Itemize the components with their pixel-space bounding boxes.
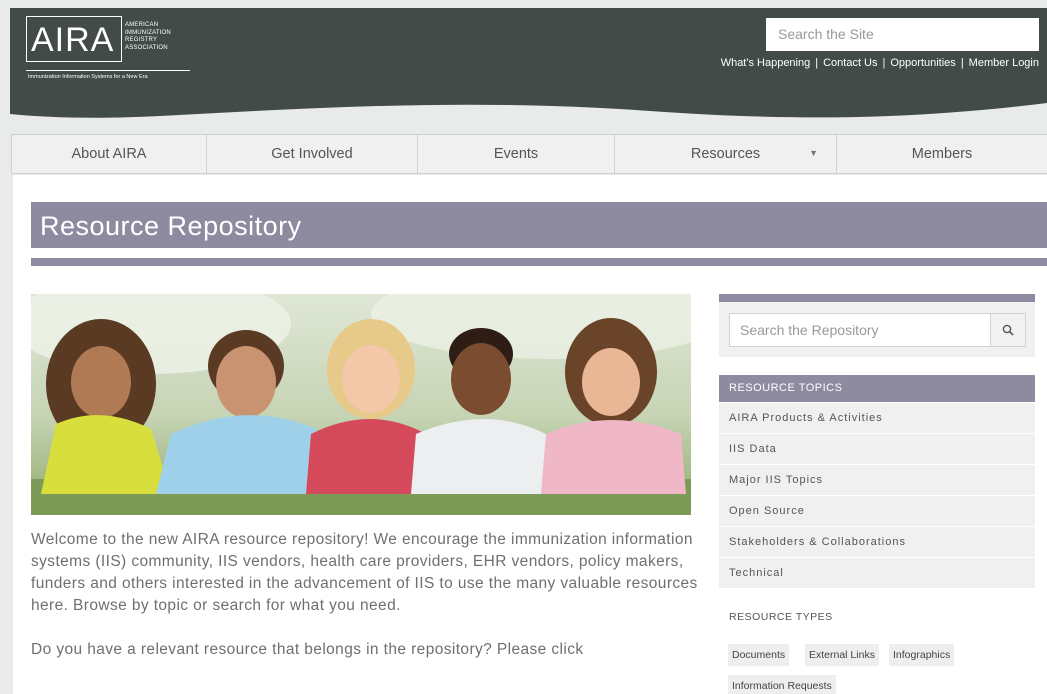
nav-label: Get Involved (271, 146, 353, 162)
link-separator: | (815, 57, 819, 69)
link-separator: | (882, 57, 886, 69)
search-icon (1002, 324, 1014, 336)
intro-paragraph: Welcome to the new AIRA resource reposit… (31, 531, 698, 614)
link-opportunities[interactable]: Opportunities (890, 57, 955, 69)
nav-item-events[interactable]: Events (418, 135, 615, 173)
page-title: Resource Repository (40, 211, 302, 241)
type-tag-information-requests[interactable]: Information Requests (728, 675, 836, 694)
utility-links: What's Happening | Contact Us | Opportunitie… (721, 57, 1039, 69)
link-separator: | (960, 57, 964, 69)
type-tag-documents[interactable]: Documents (728, 644, 790, 666)
nav-label: Resources (690, 146, 761, 162)
chevron-down-icon: ▼ (809, 148, 818, 158)
nav-label: Members (911, 146, 973, 162)
hero-image (31, 294, 691, 515)
repo-search-input[interactable]: Search the Repository (729, 313, 991, 347)
topic-open-source[interactable]: Open Source (719, 496, 1035, 527)
title-divider (31, 258, 1047, 266)
main-nav: About AIRA Get Involved Events Resources… (11, 134, 1047, 174)
site-search-placeholder: Search the Site (778, 26, 874, 42)
logo-full-name: AMERICAN IMMUNIZATION REGISTRY ASSOCIATI… (125, 22, 171, 51)
resource-types-header: RESOURCE TYPES (729, 611, 833, 623)
topic-major-iis-topics[interactable]: Major IIS Topics (719, 465, 1035, 496)
topic-stakeholders-collaborations[interactable]: Stakeholders & Collaborations (719, 527, 1035, 558)
aira-logo[interactable]: AIRA AMERICAN IMMUNIZATION REGISTRY ASSO… (26, 16, 190, 80)
link-whats-happening[interactable]: What's Happening (721, 57, 811, 69)
link-contact-us[interactable]: Contact Us (823, 57, 877, 69)
repo-search-placeholder: Search the Repository (740, 322, 879, 338)
logo-wordmark: AIRA (31, 21, 115, 59)
resource-topics-title: RESOURCE TOPICS (729, 382, 843, 394)
topic-iis-data[interactable]: IIS Data (719, 434, 1035, 465)
sidebar-accent-bar (719, 294, 1035, 302)
repo-search-button[interactable] (990, 313, 1026, 347)
site-header: AIRA AMERICAN IMMUNIZATION REGISTRY ASSO… (10, 8, 1047, 128)
resource-topics-list: AIRA Products & Activities IIS Data Majo… (719, 403, 1035, 589)
intro-paragraph: Do you have a relevant resource that bel… (31, 641, 584, 658)
link-member-login[interactable]: Member Login (969, 57, 1039, 69)
intro-text: Welcome to the new AIRA resource reposit… (31, 529, 701, 683)
nav-item-resources[interactable]: Resources ▼ (615, 135, 837, 173)
resource-topics-header: RESOURCE TOPICS (719, 375, 1035, 402)
nav-label: Events (493, 146, 539, 162)
nav-item-get-involved[interactable]: Get Involved (207, 135, 418, 173)
site-search-input[interactable]: Search the Site (766, 18, 1039, 51)
logo-rule (26, 70, 190, 71)
nav-item-about-aira[interactable]: About AIRA (12, 135, 207, 173)
logo-tagline: Immunization Information Systems for a N… (28, 74, 148, 80)
topic-technical[interactable]: Technical (719, 558, 1035, 589)
page-title-bar: Resource Repository (31, 202, 1047, 248)
nav-item-members[interactable]: Members (837, 135, 1047, 173)
type-tag-external-links[interactable]: External Links (805, 644, 879, 666)
nav-label: About AIRA (71, 146, 147, 162)
topic-aira-products-activities[interactable]: AIRA Products & Activities (719, 403, 1035, 434)
type-tag-infographics[interactable]: Infographics (889, 644, 955, 666)
